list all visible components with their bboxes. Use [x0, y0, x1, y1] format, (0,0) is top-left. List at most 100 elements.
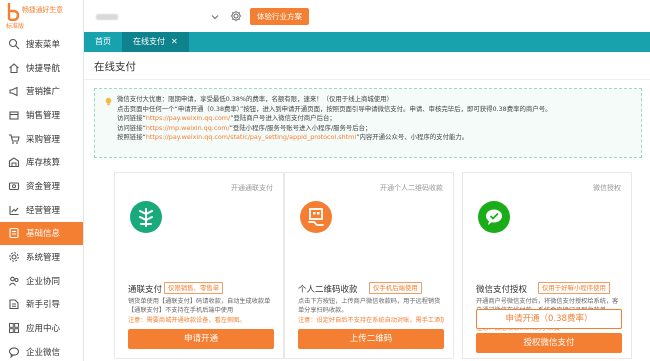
sidebar-item-9[interactable]: 系统管理 [0, 245, 83, 269]
card-badge: 仅手机后端使用 [369, 282, 422, 294]
notice-text: ”登陆商户号进入微信支付商户后台； [230, 114, 336, 123]
sidebar-item-label: 采购管理 [26, 134, 61, 145]
sidebar-item-5[interactable]: 库存核算 [0, 150, 83, 174]
sidebar-item-label: 经营管理 [26, 205, 61, 216]
sidebar-item-label: 企业协同 [26, 276, 61, 287]
sidebar-item-10[interactable]: 企业协同 [0, 269, 83, 293]
search-icon [8, 38, 20, 50]
card-note: 注意：需要商城开通收款设备，看左侧图。 [128, 317, 246, 324]
card-wechat-pay: 微信授权 微信支付授权 仅用于好嘛小程序使用 开通商户号微信支付后，将微信支付授… [462, 172, 632, 359]
appid-protocol-link[interactable]: https://pay.weixin.qq.com/static/pay_set… [146, 133, 356, 141]
upload-qrcode-button[interactable]: 上传二维码 [298, 329, 444, 349]
page-title: 在线支付 [94, 61, 136, 73]
sidebar-item-label: 企业微信 [26, 347, 61, 358]
apply-allinpay-button[interactable]: 申请开通 [128, 329, 274, 349]
card-tag: 开通个人二维码收款 [380, 184, 443, 192]
brand-subtitle: 标准版 [6, 23, 25, 30]
sidebar-item-label: 营销推广 [26, 87, 61, 98]
notice-line: 点击页面中任何一个“申请开通（0.38费率）”按钮，进入到申请开通页面，按照页面… [117, 105, 631, 115]
tab-home-label: 首页 [95, 37, 111, 46]
card-allinpay: 开通通联支付 通联支付 仅限销售、零售单 销货单使用【通联支付】码请收款，自动生… [114, 172, 284, 359]
sidebar-item-label: 新手引导 [26, 300, 61, 311]
authorize-wechat-pay-button[interactable]: 授权微信支付 [476, 333, 622, 353]
sidebar-item-1[interactable]: 快捷导航 [0, 56, 83, 80]
sidebar-item-label: 系统管理 [26, 253, 61, 264]
notice-text: 微信支付大优惠：限期申请，享受最低0.38%的费率，名额有限，速来！（仅用于线上… [117, 95, 393, 103]
notice-text: 访问链接“ [117, 123, 146, 132]
pay-weixin-link[interactable]: https://pay.weixin.qq.com/ [146, 114, 230, 122]
notice-line: 访问链接“https://mp.weixin.qq.com/”登陆小程序/服务号… [117, 124, 631, 134]
gear-icon [9, 252, 19, 262]
chevron-down-icon [211, 15, 219, 20]
settings-gear-icon[interactable] [230, 10, 242, 22]
industry-plan-button[interactable]: 体验行业方案 [250, 8, 309, 25]
warehouse-icon [8, 157, 20, 168]
sidebar-item-label: 搜索菜单 [26, 39, 61, 50]
card-tag: 开通通联支付 [231, 184, 273, 192]
sidebar-menu: 搜索菜单快捷导航营销推广销售管理采购管理库存核算资金管理经营管理基础信息系统管理… [0, 32, 83, 361]
cart-icon [9, 134, 20, 144]
sidebar-item-label: 销售管理 [26, 110, 61, 121]
qrcode-hand-icon [300, 201, 332, 233]
sidebar-item-label: 基础信息 [26, 229, 61, 240]
notice-line: 按照链接“https://pay.weixin.qq.com/static/pa… [117, 133, 631, 143]
brand-logo-icon [7, 3, 20, 21]
sidebar-item-4[interactable]: 采购管理 [0, 127, 83, 151]
sidebar-item-label: 资金管理 [26, 181, 61, 192]
sidebar-item-label: 应用中心 [26, 324, 61, 335]
brand-title: 畅捷通好生意 [22, 6, 63, 14]
notice-text: ”内容开通公众号、小程序的支付能力。 [356, 133, 469, 142]
card-tag: 微信授权 [593, 184, 621, 192]
card-title: 通联支付 [128, 285, 163, 295]
notice-box: 微信支付大优惠：限期申请，享受最低0.38%的费率，名额有限，速来！（仅用于线上… [94, 88, 642, 158]
main-content: 在线支付 微信支付大优惠：限期申请，享受最低0.38%的费率，名额有限，速来！（… [84, 52, 650, 361]
app: 畅捷通好生意 标准版 搜索菜单快捷导航营销推广销售管理采购管理库存核算资金管理经… [0, 0, 650, 361]
card-badge: 仅用于好嘛小程序使用 [538, 282, 610, 294]
sidebar-item-7[interactable]: 经营管理 [0, 198, 83, 222]
wecom-icon [8, 347, 20, 358]
sidebar-item-12[interactable]: 应用中心 [0, 316, 83, 340]
sidebar-item-2[interactable]: 营销推广 [0, 79, 83, 103]
shop-selector[interactable] [94, 8, 222, 26]
box-icon [9, 111, 19, 120]
sidebar-item-11[interactable]: 新手引导 [0, 293, 83, 317]
card-personal-qrcode: 开通个人二维码收款 个人二维码收款 仅手机后端使用 点击下方按钮，上传商户微信收… [284, 172, 454, 359]
shop-name-blurred [96, 14, 118, 20]
notice-text: 按照链接“ [117, 133, 146, 142]
info-icon [9, 228, 19, 239]
card-description: 销货单使用【通联支付】码请收款，自动生成收款单【通联支付】不支持在手机后端中使用 [128, 298, 271, 314]
tab-online-payment-label: 在线支付 [133, 37, 165, 46]
tab-home[interactable]: 首页 [84, 32, 122, 52]
guide-icon [9, 299, 19, 310]
megaphone-icon [9, 86, 18, 97]
wechat-pay-icon [478, 201, 510, 233]
card-title: 个人二维码收款 [298, 285, 358, 295]
apply-wechat-pay-button[interactable]: 申请开通（0.38费率） [476, 309, 622, 329]
card-title: 微信支付授权 [476, 285, 528, 295]
sidebar-item-13[interactable]: 企业微信 [0, 340, 83, 361]
notice-line: 访问链接“https://pay.weixin.qq.com/”登陆商户号进入微… [117, 114, 631, 124]
home-icon [9, 62, 19, 73]
notice-text: 点击页面中任何一个“申请开通（0.38费率）”按钮，进入到申请开通页面，按照页面… [117, 104, 552, 113]
sidebar-item-label: 快捷导航 [26, 63, 61, 74]
mp-weixin-link[interactable]: https://mp.weixin.qq.com/ [146, 124, 230, 132]
close-icon[interactable]: ✕ [171, 32, 178, 52]
card-description: 点击下方按钮，上传商户微信收款码，用于远程销货单分享扫码收款。 [298, 298, 441, 314]
tab-online-payment[interactable]: 在线支付 ✕ [122, 32, 189, 52]
sidebar-item-8[interactable]: 基础信息 [0, 221, 83, 246]
apps-icon [9, 323, 19, 334]
sidebar-item-3[interactable]: 销售管理 [0, 103, 83, 127]
sidebar-item-0[interactable]: 搜索菜单 [0, 32, 83, 56]
notice-line: 微信支付大优惠：限期申请，享受最低0.38%的费率，名额有限，速来！（仅用于线上… [117, 95, 631, 105]
money-icon [8, 182, 20, 191]
team-icon [9, 276, 19, 286]
notice-text: 访问链接“ [117, 114, 146, 123]
notice-text: ”登陆小程序/服务号账号进入小程序/服务号后台； [229, 123, 372, 132]
sidebar-item-6[interactable]: 资金管理 [0, 174, 83, 198]
bulb-icon [105, 97, 112, 106]
tab-bar: 首页 在线支付 ✕ [84, 32, 650, 52]
sidebar: 畅捷通好生意 标准版 搜索菜单快捷导航营销推广销售管理采购管理库存核算资金管理经… [0, 0, 84, 361]
card-badge: 仅限销售、零售单 [164, 282, 224, 294]
sidebar-item-label: 库存核算 [26, 158, 61, 169]
brand[interactable]: 畅捷通好生意 标准版 [0, 0, 83, 32]
